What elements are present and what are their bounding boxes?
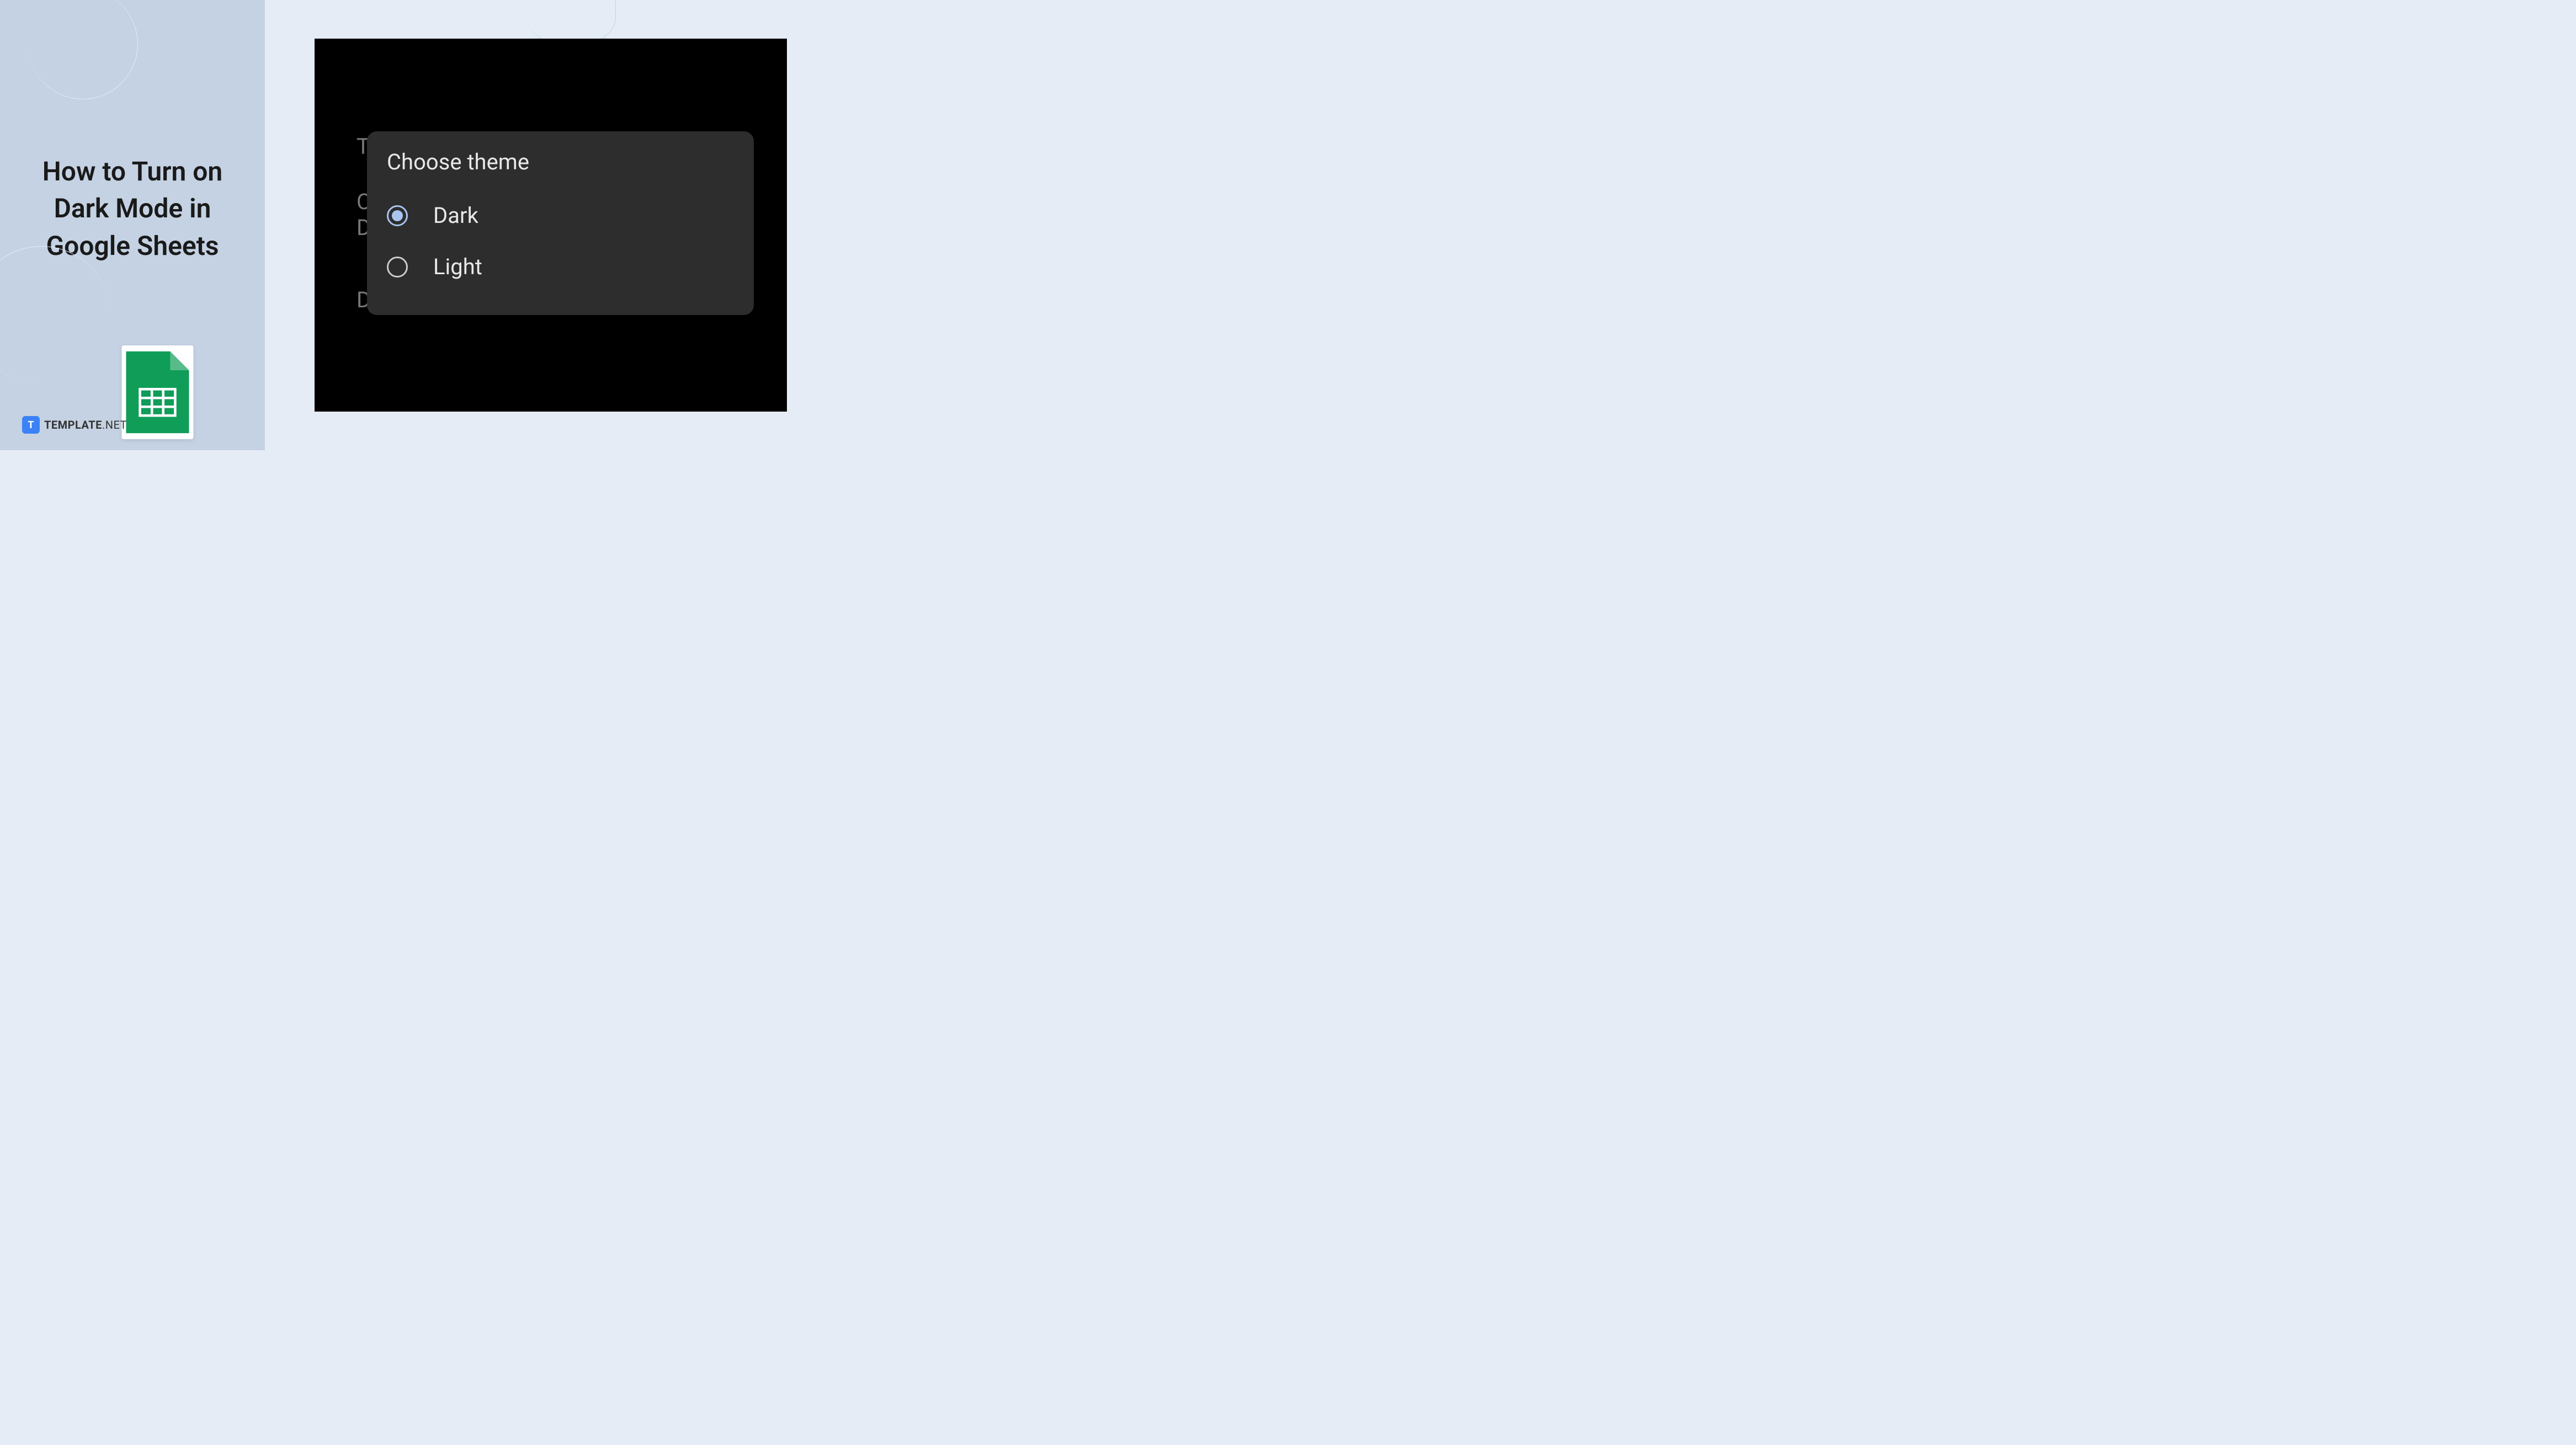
radio-selected-icon (387, 205, 408, 226)
decorative-line (0, 246, 110, 384)
logo-suffix-text: .NET (102, 418, 127, 431)
logo-text: TEMPLATE.NET (44, 418, 127, 431)
logo-letter: T (28, 419, 34, 431)
logo-main-text: TEMPLATE (44, 418, 102, 431)
main-container: How to Turn on Dark Mode in Google Sheet… (0, 0, 803, 450)
theme-option-light[interactable]: Light (387, 246, 734, 287)
right-panel: T C D D Choose theme Dark Light (265, 0, 803, 450)
logo-badge-icon: T (22, 416, 40, 434)
radio-unselected-icon (387, 257, 408, 278)
template-net-logo: T TEMPLATE.NET (22, 416, 127, 434)
decorative-line (528, 0, 616, 44)
left-panel: How to Turn on Dark Mode in Google Sheet… (0, 0, 265, 450)
choose-theme-dialog: Choose theme Dark Light (367, 131, 754, 315)
google-sheets-icon (122, 345, 194, 439)
radio-label: Dark (433, 202, 478, 228)
decorative-line (28, 0, 138, 99)
radio-label: Light (433, 254, 482, 280)
theme-screenshot: T C D D Choose theme Dark Light (315, 39, 787, 412)
sheets-file-icon (126, 350, 189, 435)
dialog-title: Choose theme (387, 149, 734, 175)
theme-option-dark[interactable]: Dark (387, 195, 734, 236)
